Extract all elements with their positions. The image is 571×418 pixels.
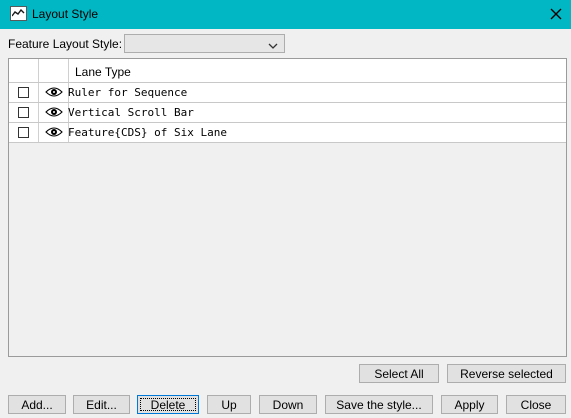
- eye-icon[interactable]: [45, 106, 63, 121]
- lane-table: Lane Type Ruler for Sequence Vertical Sc…: [8, 58, 567, 357]
- down-button[interactable]: Down: [259, 395, 317, 414]
- column-divider: [38, 103, 39, 122]
- lane-type-cell: Ruler for Sequence: [68, 86, 188, 99]
- column-divider: [38, 59, 39, 82]
- chevron-down-icon: [268, 39, 278, 53]
- row-checkbox[interactable]: [18, 107, 29, 118]
- save-style-button[interactable]: Save the style...: [325, 395, 433, 414]
- select-all-button[interactable]: Select All: [359, 364, 439, 383]
- table-row[interactable]: Ruler for Sequence: [9, 83, 566, 103]
- column-divider: [38, 123, 39, 142]
- apply-button[interactable]: Apply: [441, 395, 498, 414]
- table-row[interactable]: Vertical Scroll Bar: [9, 103, 566, 123]
- table-header: Lane Type: [9, 59, 566, 83]
- column-divider: [38, 83, 39, 102]
- edit-button[interactable]: Edit...: [73, 395, 130, 414]
- column-divider: [68, 59, 69, 82]
- reverse-selected-button[interactable]: Reverse selected: [447, 364, 566, 383]
- up-button[interactable]: Up: [207, 395, 251, 414]
- lane-type-cell: Feature{CDS} of Six Lane: [68, 126, 227, 139]
- add-button[interactable]: Add...: [8, 395, 66, 414]
- row-checkbox[interactable]: [18, 87, 29, 98]
- app-icon: [10, 6, 27, 21]
- feature-layout-style-select[interactable]: [124, 34, 285, 53]
- title-bar: Layout Style: [0, 0, 571, 29]
- close-icon[interactable]: [545, 4, 567, 24]
- delete-button[interactable]: Delete: [137, 395, 199, 414]
- row-checkbox[interactable]: [18, 127, 29, 138]
- close-button[interactable]: Close: [506, 395, 566, 414]
- window-title: Layout Style: [32, 7, 99, 21]
- feature-layout-style-label: Feature Layout Style:: [8, 37, 123, 51]
- eye-icon[interactable]: [45, 126, 63, 141]
- eye-icon[interactable]: [45, 86, 63, 101]
- lane-type-cell: Vertical Scroll Bar: [68, 106, 194, 119]
- table-row[interactable]: Feature{CDS} of Six Lane: [9, 123, 566, 143]
- column-header-lane-type: Lane Type: [75, 65, 131, 79]
